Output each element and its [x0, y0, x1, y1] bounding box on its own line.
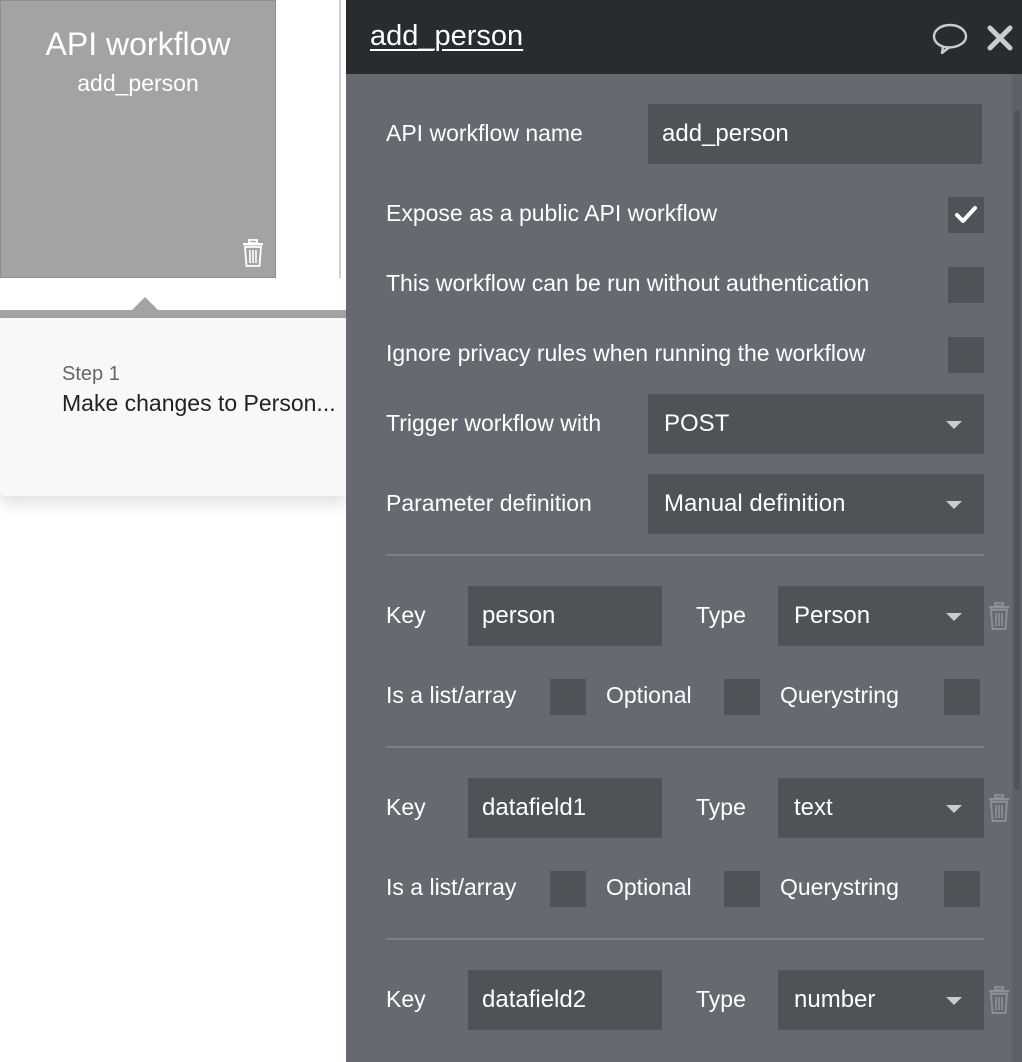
trash-icon[interactable] [987, 602, 1011, 630]
step-number: Step 1 [62, 363, 120, 385]
panel-header: add_person [346, 0, 1022, 74]
section-divider [386, 938, 984, 940]
param-definition-value: Manual definition [664, 490, 846, 517]
querystring-checkbox[interactable] [944, 679, 980, 715]
ignore-privacy-checkbox[interactable] [948, 337, 984, 373]
expose-public-label: Expose as a public API workflow [386, 200, 718, 226]
param-key-input[interactable]: person [468, 586, 662, 646]
trash-icon[interactable] [241, 239, 265, 267]
optional-checkbox[interactable] [724, 871, 760, 907]
param-type-value: Person [794, 602, 871, 629]
is-list-label: Is a list/array [386, 682, 517, 708]
optional-label: Optional [606, 682, 692, 708]
optional-checkbox[interactable] [724, 679, 760, 715]
param-definition-dropdown[interactable]: Manual definition [648, 474, 984, 534]
checkmark-icon [955, 206, 977, 223]
trigger-method-dropdown[interactable]: POST [648, 394, 984, 454]
chevron-down-icon [946, 421, 962, 429]
param-type-dropdown[interactable]: Person [778, 586, 984, 646]
param-type-dropdown[interactable]: number [778, 970, 984, 1030]
chevron-down-icon [946, 613, 962, 621]
param-type-value: text [794, 794, 833, 821]
step-header-bar [0, 310, 346, 318]
querystring-label: Querystring [780, 682, 899, 708]
workflow-step-card[interactable]: Step 1 Make changes to Person... [0, 318, 346, 496]
chevron-down-icon [946, 805, 962, 813]
chevron-down-icon [946, 997, 962, 1005]
param-key-label: Key [386, 794, 426, 820]
is-list-checkbox[interactable] [550, 679, 586, 715]
ignore-privacy-label: Ignore privacy rules when running the wo… [386, 340, 866, 366]
trigger-label: Trigger workflow with [386, 410, 602, 436]
param-type-label: Type [696, 986, 746, 1012]
workflow-card-title: API workflow [45, 26, 231, 62]
expose-public-checkbox[interactable] [948, 197, 984, 233]
api-workflow-card[interactable]: API workflow add_person [0, 0, 276, 278]
param-key-input[interactable]: datafield1 [468, 778, 662, 838]
param-type-value: number [794, 986, 876, 1013]
querystring-checkbox[interactable] [944, 871, 980, 907]
param-key-input[interactable]: datafield2 [468, 970, 662, 1030]
workflow-name-input[interactable]: add_person [648, 104, 982, 164]
querystring-label: Querystring [780, 874, 899, 900]
param-type-label: Type [696, 794, 746, 820]
property-editor-panel: add_person API workflow name add_person … [346, 0, 1022, 1062]
section-divider [386, 554, 984, 556]
no-auth-label: This workflow can be run without authent… [386, 270, 870, 296]
param-definition-label: Parameter definition [386, 490, 592, 516]
workflow-name-label: API workflow name [386, 120, 583, 146]
chevron-down-icon [946, 501, 962, 509]
param-key-label: Key [386, 986, 426, 1012]
section-divider [386, 746, 984, 748]
trash-icon[interactable] [987, 986, 1011, 1014]
is-list-checkbox[interactable] [550, 871, 586, 907]
step-pointer [131, 297, 159, 311]
param-type-label: Type [696, 602, 746, 628]
canvas-divider [339, 0, 345, 278]
scrollbar-thumb[interactable] [1014, 110, 1020, 790]
close-icon[interactable] [986, 24, 1014, 52]
is-list-label: Is a list/array [386, 874, 517, 900]
param-key-label: Key [386, 602, 426, 628]
optional-label: Optional [606, 874, 692, 900]
trigger-method-value: POST [664, 410, 730, 437]
param-type-dropdown[interactable]: text [778, 778, 984, 838]
comment-icon[interactable] [932, 22, 968, 54]
step-action-label: Make changes to Person... [62, 390, 336, 416]
panel-title[interactable]: add_person [370, 20, 523, 53]
workflow-card-subtitle: add_person [77, 70, 199, 96]
no-auth-checkbox[interactable] [948, 267, 984, 303]
trash-icon[interactable] [987, 794, 1011, 822]
